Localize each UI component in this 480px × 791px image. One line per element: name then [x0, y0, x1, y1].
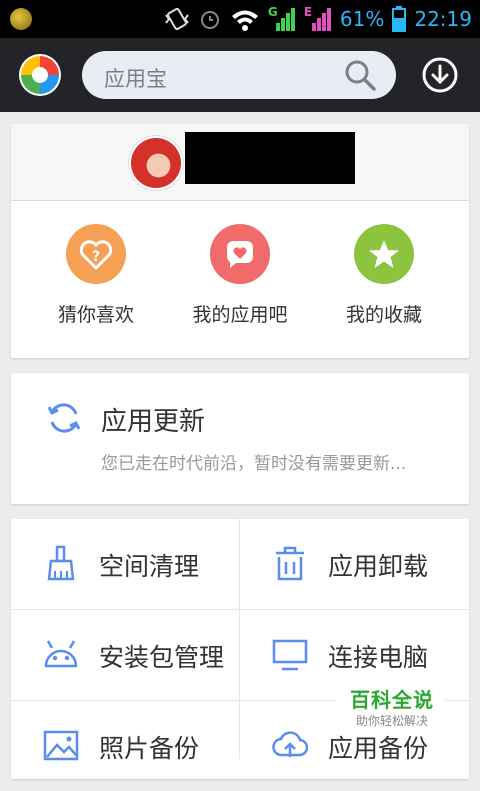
update-subtitle: 您已走在时代前沿，暂时没有需要更新...: [101, 454, 407, 474]
update-title: 应用更新: [101, 407, 206, 437]
android-icon: [44, 640, 78, 668]
tool-label: 应用备份: [328, 734, 429, 763]
watermark-subtitle: 助你轻松解决: [356, 714, 429, 728]
signal-1-icon: G: [267, 5, 296, 31]
profile-header[interactable]: [11, 124, 469, 201]
notification-app-icon: [10, 8, 32, 30]
quick-label: 我的应用吧: [192, 304, 288, 326]
alarm-icon: [200, 11, 219, 29]
svg-text:?: ?: [92, 249, 100, 265]
tools-grid: 空间清理 应用卸载 安装包管理 连接电脑 照片备份 应用备份: [11, 519, 469, 779]
redacted-username: [185, 132, 355, 184]
watermark-title: 百科全说: [350, 688, 434, 712]
battery-percent: 61%: [339, 7, 385, 31]
search-bar[interactable]: 应用宝: [82, 51, 396, 99]
trash-icon: [276, 546, 304, 581]
app-update-card[interactable]: 应用更新 您已走在时代前沿，暂时没有需要更新...: [11, 373, 469, 504]
quick-my-favorites[interactable]: 我的收藏: [309, 224, 459, 327]
quick-label: 猜你喜欢: [57, 304, 134, 326]
network-g-label: G: [267, 5, 278, 19]
tool-label: 照片备份: [99, 734, 200, 763]
app-bar: 应用宝: [0, 38, 480, 112]
app-logo[interactable]: [18, 53, 62, 97]
watermark: 百科全说 助你轻松解决: [336, 680, 446, 730]
broom-icon: [47, 545, 75, 581]
signal-2-icon: E: [303, 5, 332, 31]
avatar[interactable]: [129, 136, 183, 190]
quick-guess-you-like[interactable]: ? 猜你喜欢: [21, 224, 171, 327]
tool-package-manager[interactable]: 安装包管理: [11, 610, 240, 700]
wifi-icon: [231, 10, 258, 31]
search-icon[interactable]: [344, 59, 376, 91]
tool-label: 安装包管理: [99, 643, 225, 672]
battery-icon: [392, 6, 407, 32]
monitor-icon: [272, 639, 308, 671]
chat-heart-icon: [210, 224, 270, 284]
vibrate-icon: [165, 7, 189, 31]
tool-photo-backup[interactable]: 照片备份: [11, 701, 240, 791]
star-icon: [354, 224, 414, 284]
tool-app-uninstall[interactable]: 应用卸载: [240, 519, 469, 609]
cloud-upload-icon: [272, 731, 308, 757]
quick-my-app-bar[interactable]: 我的应用吧: [165, 224, 315, 327]
tool-label: 空间清理: [99, 552, 200, 581]
network-e-label: E: [303, 5, 313, 19]
download-icon[interactable]: [422, 57, 458, 93]
status-bar: G E 61% 22:19: [0, 0, 480, 38]
photo-icon: [43, 730, 79, 761]
tool-label: 连接电脑: [328, 643, 429, 672]
tool-label: 应用卸载: [328, 552, 429, 581]
refresh-icon: [47, 403, 81, 433]
search-placeholder: 应用宝: [104, 67, 167, 91]
question-heart-icon: ?: [66, 224, 126, 284]
clock: 22:19: [414, 7, 472, 31]
tool-space-cleanup[interactable]: 空间清理: [11, 519, 240, 609]
quick-label: 我的收藏: [345, 304, 422, 326]
profile-card: ? 猜你喜欢 我的应用吧 我的收藏: [11, 124, 469, 358]
